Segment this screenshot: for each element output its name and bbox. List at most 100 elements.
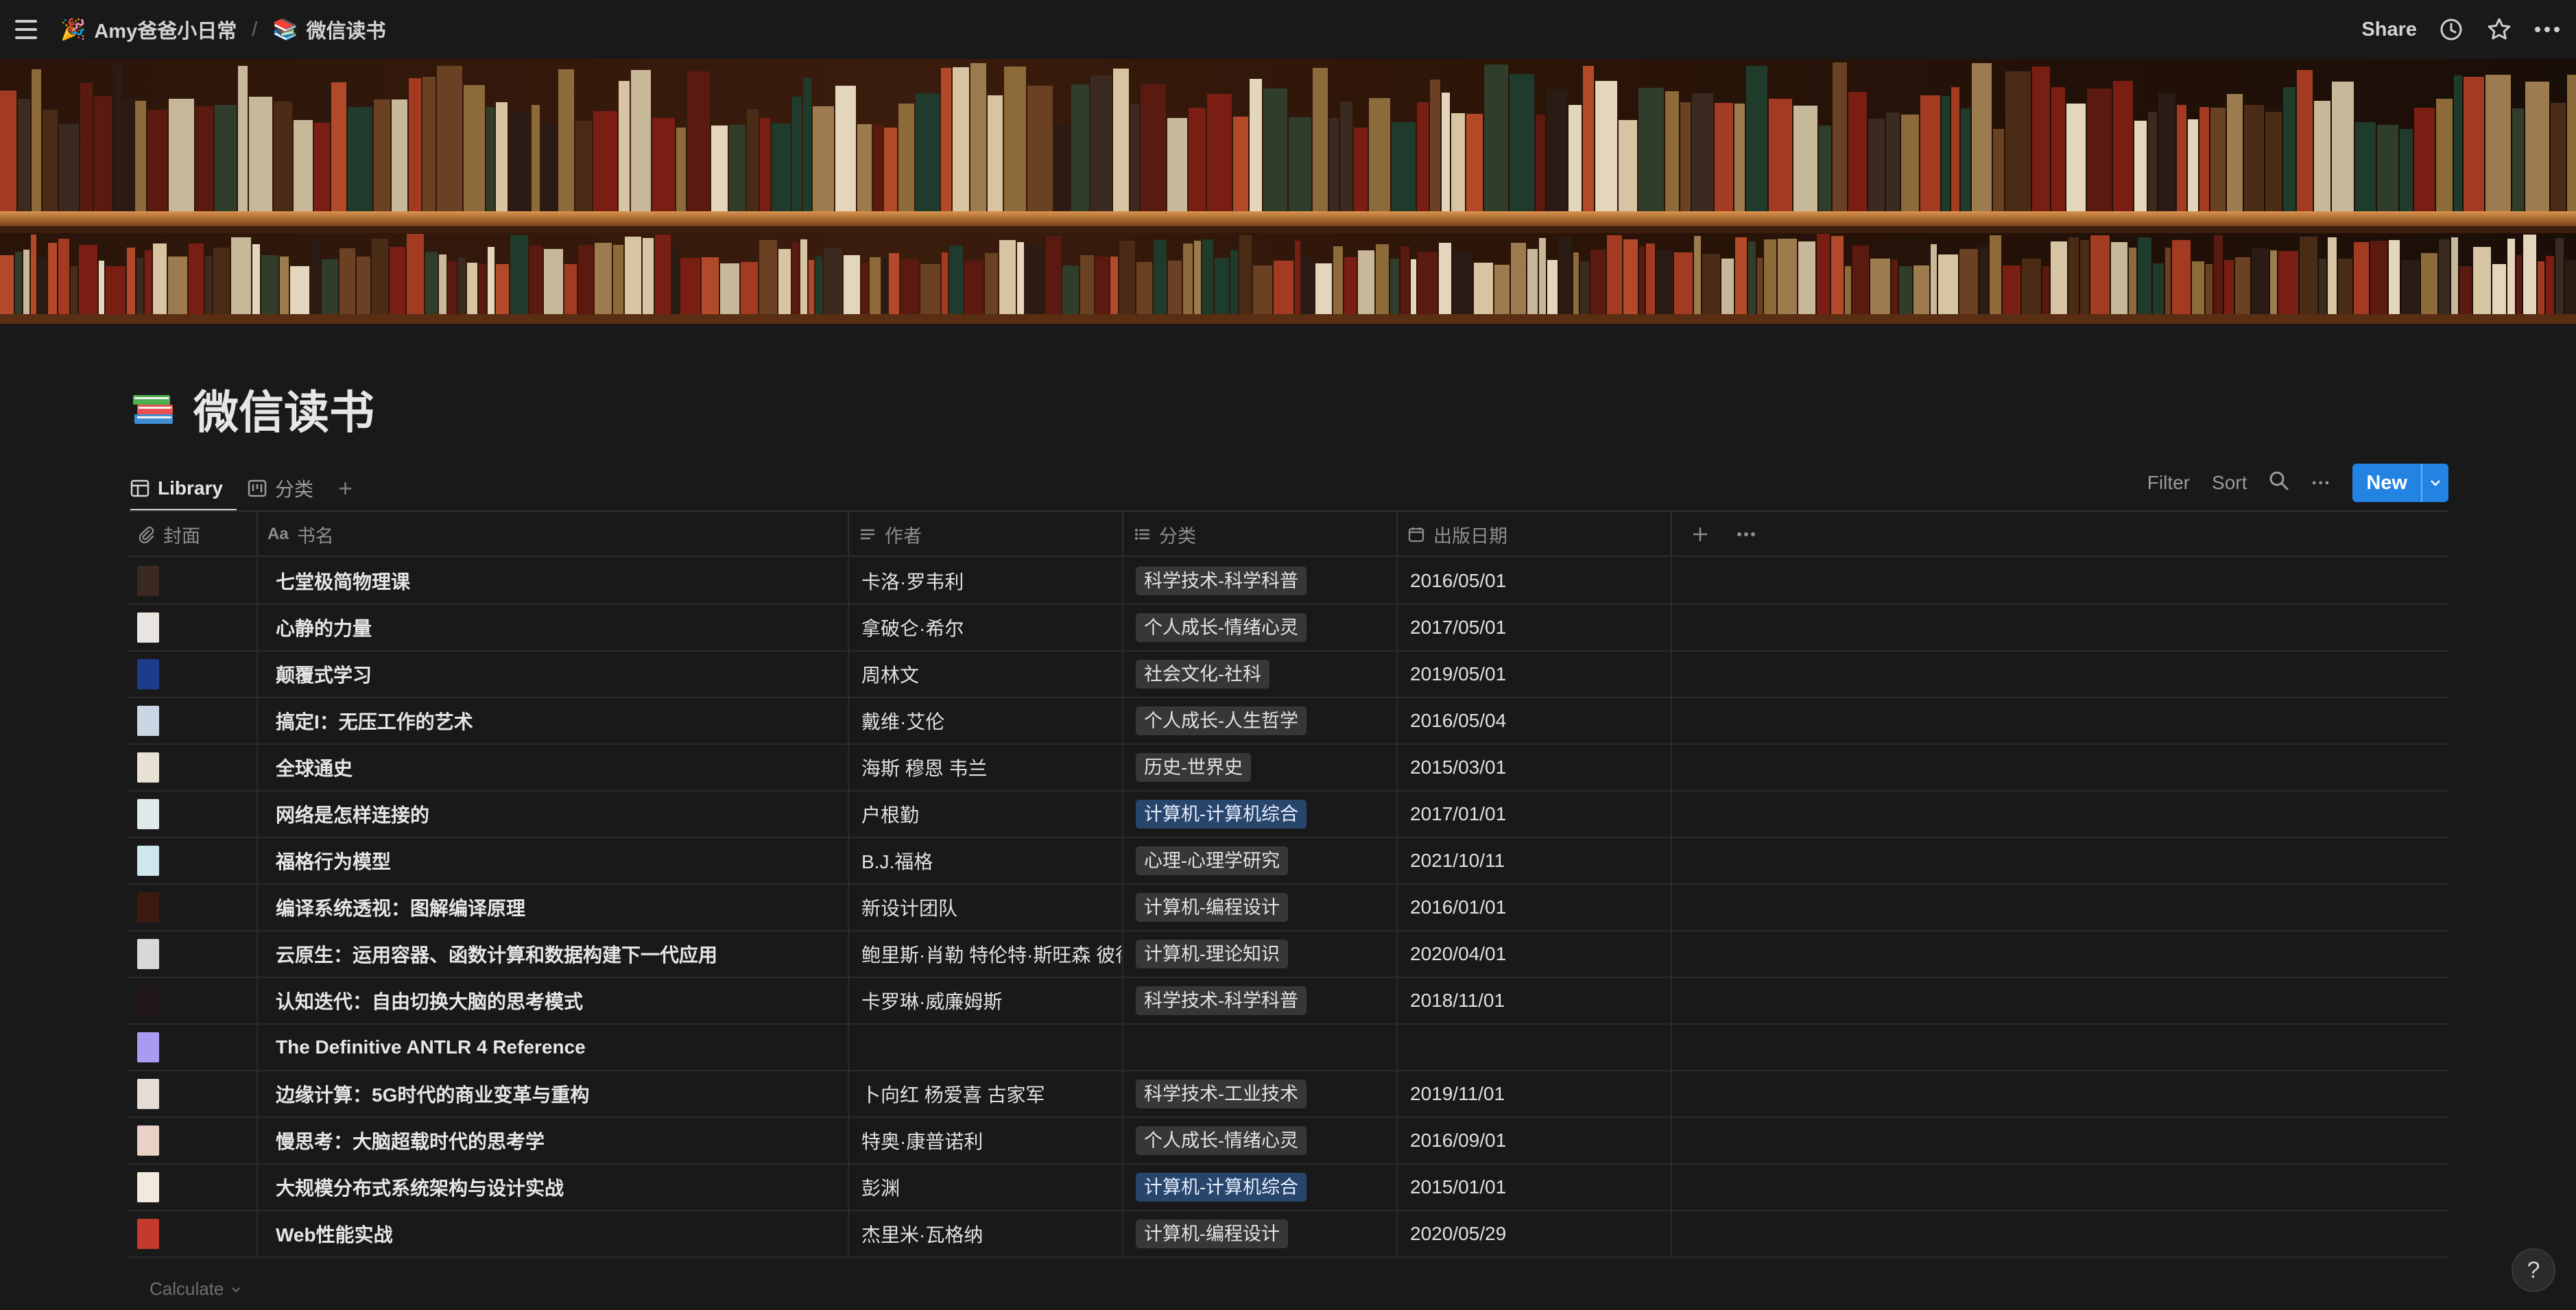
chevron-down-icon[interactable] [2421,464,2448,502]
column-header-title[interactable]: Aa 书名 [258,512,849,557]
share-button[interactable]: Share [2361,19,2417,41]
title-cell[interactable]: Web性能实战 [258,1211,849,1257]
more-icon[interactable] [1737,532,1756,537]
category-cell[interactable]: 科学技术-工业技术 [1123,1071,1398,1117]
calculate-button[interactable]: Calculate [150,1278,241,1300]
category-cell[interactable]: 科学技术-科学科普 [1123,558,1398,604]
page-title[interactable]: 微信读书 [193,381,374,443]
table-row[interactable]: 慢思考：大脑超载时代的思考学 特奥·康普诺利 个人成长-情绪心灵 2016/09… [128,1118,2448,1165]
cover-cell[interactable] [128,1211,258,1257]
cover-cell[interactable] [128,745,258,790]
table-row[interactable]: 认知迭代：自由切换大脑的思考模式 卡罗琳·威廉姆斯 科学技术-科学科普 2018… [128,978,2448,1025]
author-cell[interactable]: 杰里米·瓦格纳 [849,1211,1123,1257]
cover-cell[interactable] [128,931,258,977]
table-row[interactable]: 编译系统透视：图解编译原理 新设计团队 计算机-编程设计 2016/01/01 [128,885,2448,931]
category-cell[interactable]: 社会文化-社科 [1123,652,1398,697]
cover-cell[interactable] [128,558,258,604]
category-cell[interactable]: 科学技术-科学科普 [1123,978,1398,1023]
table-row[interactable]: 七堂极简物理课 卡洛·罗韦利 科学技术-科学科普 2016/05/01 [128,558,2448,605]
author-cell[interactable]: 周林文 [849,652,1123,697]
title-cell[interactable]: The Definitive ANTLR 4 Reference [258,1025,849,1070]
tab-category[interactable]: 分类 [248,466,313,510]
cover-cell[interactable] [128,1118,258,1163]
search-icon[interactable] [2269,471,2289,496]
date-cell[interactable]: 2020/04/01 [1398,931,1672,977]
category-cell[interactable]: 个人成长-情绪心灵 [1123,605,1398,650]
date-cell[interactable]: 2015/01/01 [1398,1165,1672,1210]
cover-cell[interactable] [128,838,258,883]
table-row[interactable]: 边缘计算：5G时代的商业变革与重构 卜向红 杨爱喜 古家军 科学技术-工业技术 … [128,1071,2448,1118]
column-header-category[interactable]: 分类 [1123,512,1398,557]
date-cell[interactable]: 2020/05/29 [1398,1211,1672,1257]
plus-icon[interactable] [1691,525,1709,543]
breadcrumb-workspace[interactable]: Amy爸爸小日常 [94,15,237,44]
category-cell[interactable]: 个人成长-人生哲学 [1123,698,1398,743]
date-cell[interactable]: 2015/03/01 [1398,745,1672,790]
add-view-button[interactable]: + [338,474,353,503]
date-cell[interactable] [1398,1025,1672,1070]
author-cell[interactable]: 海斯 穆恩 韦兰 [849,745,1123,790]
date-cell[interactable]: 2019/11/01 [1398,1071,1672,1117]
menu-icon[interactable] [15,16,41,43]
author-cell[interactable]: B.J.福格 [849,838,1123,883]
category-cell[interactable]: 计算机-编程设计 [1123,885,1398,930]
title-cell[interactable]: 颠覆式学习 [258,652,849,697]
date-cell[interactable]: 2016/01/01 [1398,885,1672,930]
date-cell[interactable]: 2017/05/01 [1398,605,1672,650]
column-header-cover[interactable]: 封面 [128,512,258,557]
category-cell[interactable]: 计算机-理论知识 [1123,931,1398,977]
category-cell[interactable]: 历史-世界史 [1123,745,1398,790]
table-row[interactable]: 搞定I：无压工作的艺术 戴维·艾伦 个人成长-人生哲学 2016/05/04 [128,698,2448,745]
title-cell[interactable]: 云原生：运用容器、函数计算和数据构建下一代应用 [258,931,849,977]
clock-icon[interactable] [2437,16,2465,43]
cover-cell[interactable] [128,652,258,697]
author-cell[interactable]: 戴维·艾伦 [849,698,1123,743]
breadcrumb-page[interactable]: 微信读书 [307,15,386,44]
table-row[interactable]: The Definitive ANTLR 4 Reference [128,1025,2448,1071]
column-header-date[interactable]: 出版日期 [1398,512,1672,557]
date-cell[interactable]: 2017/01/01 [1398,791,1672,837]
cover-cell[interactable] [128,1071,258,1117]
date-cell[interactable]: 2016/05/01 [1398,558,1672,604]
table-row[interactable]: 颠覆式学习 周林文 社会文化-社科 2019/05/01 [128,652,2448,698]
table-row[interactable]: 网络是怎样连接的 户根勤 计算机-计算机综合 2017/01/01 [128,791,2448,838]
more-icon[interactable] [2533,16,2561,43]
books-icon[interactable] [130,385,178,433]
cover-cell[interactable] [128,791,258,837]
title-cell[interactable]: 编译系统透视：图解编译原理 [258,885,849,930]
title-cell[interactable]: 全球通史 [258,745,849,790]
author-cell[interactable]: 卡罗琳·威廉姆斯 [849,978,1123,1023]
new-button[interactable]: New [2352,464,2448,502]
author-cell[interactable]: 卡洛·罗韦利 [849,558,1123,604]
date-cell[interactable]: 2021/10/11 [1398,838,1672,883]
table-row[interactable]: 大规模分布式系统架构与设计实战 彭渊 计算机-计算机综合 2015/01/01 [128,1165,2448,1211]
filter-button[interactable]: Filter [2147,472,2190,494]
column-header-author[interactable]: 作者 [849,512,1123,557]
date-cell[interactable]: 2016/09/01 [1398,1118,1672,1163]
title-cell[interactable]: 网络是怎样连接的 [258,791,849,837]
author-cell[interactable] [849,1025,1123,1070]
new-button-label[interactable]: New [2352,464,2421,502]
cover-cell[interactable] [128,605,258,650]
title-cell[interactable]: 边缘计算：5G时代的商业变革与重构 [258,1071,849,1117]
author-cell[interactable]: 拿破仑·希尔 [849,605,1123,650]
author-cell[interactable]: 新设计团队 [849,885,1123,930]
star-icon[interactable] [2485,16,2513,43]
sort-button[interactable]: Sort [2212,472,2247,494]
cover-cell[interactable] [128,1165,258,1210]
table-row[interactable]: 福格行为模型 B.J.福格 心理-心理学研究 2021/10/11 [128,838,2448,885]
help-icon[interactable]: ? [2512,1248,2555,1292]
category-cell[interactable]: 个人成长-情绪心灵 [1123,1118,1398,1163]
author-cell[interactable]: 彭渊 [849,1165,1123,1210]
title-cell[interactable]: 大规模分布式系统架构与设计实战 [258,1165,849,1210]
more-options-button[interactable]: ··· [2311,472,2330,494]
category-cell[interactable]: 计算机-编程设计 [1123,1211,1398,1257]
category-cell[interactable]: 计算机-计算机综合 [1123,791,1398,837]
date-cell[interactable]: 2019/05/01 [1398,652,1672,697]
cover-cell[interactable] [128,698,258,743]
date-cell[interactable]: 2018/11/01 [1398,978,1672,1023]
title-cell[interactable]: 搞定I：无压工作的艺术 [258,698,849,743]
tab-library[interactable]: Library [130,466,237,512]
table-row[interactable]: 全球通史 海斯 穆恩 韦兰 历史-世界史 2015/03/01 [128,745,2448,791]
title-cell[interactable]: 福格行为模型 [258,838,849,883]
